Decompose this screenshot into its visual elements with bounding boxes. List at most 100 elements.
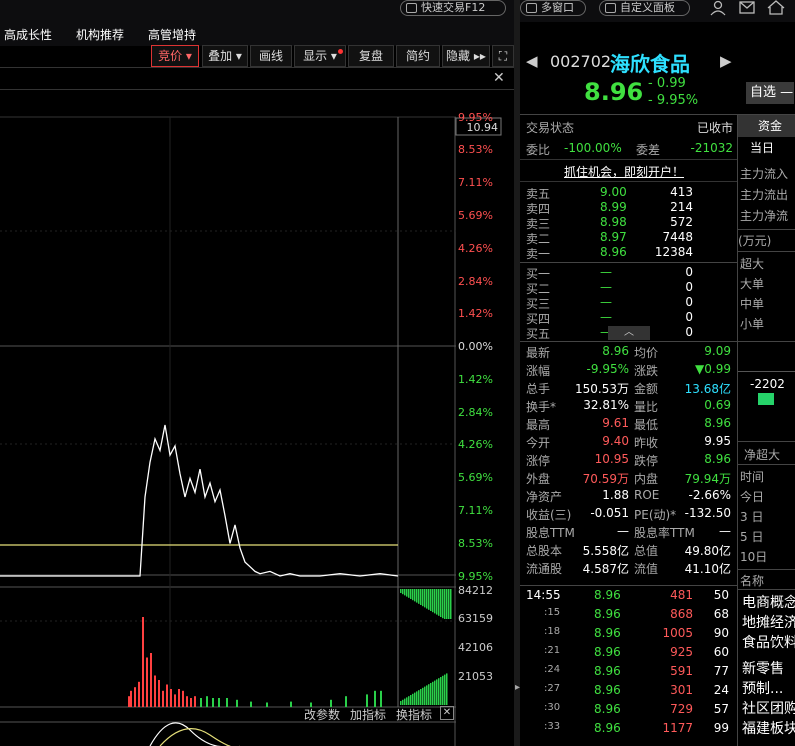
size-row: 超大 [740, 257, 765, 271]
stat-label: 换手* [526, 400, 557, 414]
quick-trade-button[interactable]: 快速交易F12 [400, 0, 506, 16]
concept-item[interactable]: 社区团购 [742, 698, 795, 718]
stat-label: 净资产 [526, 490, 563, 504]
stock-header: ◀ 002702 海欣食品 ▶ 8.96 - 0.99 - 9.95% 自选 — [520, 46, 795, 114]
close-icon[interactable]: ✕ [493, 70, 505, 86]
stat-value: 79.94万 [684, 472, 731, 486]
concept-item[interactable]: 食品饮料 [742, 632, 795, 652]
open-account-link[interactable]: 抓住机会，即刻开户！ [564, 163, 684, 180]
stat-value: -2.66% [688, 488, 731, 502]
volume-bar [158, 680, 160, 707]
price-change-pct: - 9.95% [648, 93, 699, 108]
divider [738, 569, 795, 570]
edit-params-tab[interactable]: 改参数 [304, 706, 340, 723]
simple-button[interactable]: 简约 [396, 45, 440, 67]
review-button[interactable]: 复盘 [348, 45, 394, 67]
stat-label: 股息TTM [526, 526, 575, 540]
stat-value: 9.09 [704, 344, 731, 358]
stat-label: 收益(三) [526, 508, 572, 522]
nav-item[interactable]: 高管增持 [148, 26, 196, 43]
divider [520, 585, 737, 586]
concept-item[interactable]: 预制... [742, 678, 783, 698]
tick-price: 8.96 [594, 683, 621, 697]
size-row: 中单 [740, 297, 765, 311]
stat-value: 9.95 [704, 434, 731, 448]
volume-bar [130, 690, 132, 707]
bid-row: 买二 — 0 [520, 280, 737, 296]
bid-dropdown[interactable]: 竞价 ▾ [151, 45, 199, 67]
after-hours-bar [426, 589, 428, 609]
stat-value: 13.68亿 [684, 382, 731, 396]
tick-row: :18 8.96 1005 90 [520, 626, 737, 645]
volume-bar [250, 701, 252, 707]
time-row: 5 日 [740, 530, 764, 544]
sub-nav: 高成长性 机构推荐 高管增持 [0, 22, 520, 46]
y-tick-label: 4.26% [458, 242, 493, 255]
panel-icon [605, 3, 616, 13]
stat-value: 9.61 [602, 416, 629, 430]
level-volume: 0 [685, 310, 693, 324]
prev-stock-icon[interactable]: ◀ [526, 52, 538, 70]
nav-item[interactable]: 高成长性 [4, 26, 52, 43]
volume-tick-label: 21053 [458, 670, 493, 683]
divider [0, 67, 515, 68]
overlay-dropdown[interactable]: 叠加 ▾ [202, 45, 248, 67]
stat-label: 量比 [634, 400, 659, 414]
tick-price: 8.96 [594, 645, 621, 659]
custom-panel-button[interactable]: 自定义面板 [599, 0, 690, 16]
display-dropdown[interactable]: 显示 ▾ [294, 45, 346, 67]
concept-item[interactable]: 地摊经济 [742, 612, 795, 632]
tick-row: :30 8.96 729 57 [520, 702, 737, 721]
concept-item[interactable]: 电商概念 [742, 592, 795, 612]
tab-today[interactable]: 当日 [738, 137, 795, 159]
mail-icon[interactable] [739, 1, 755, 14]
tick-price: 8.96 [594, 702, 621, 716]
y-tick-label: 7.11% [458, 504, 493, 517]
hide-button[interactable]: 隐藏 ▸▸ [442, 45, 490, 67]
concept-item[interactable]: 福建板块 [742, 718, 795, 738]
stat-row: 流通股 4.587亿 流值 41.10亿 [520, 560, 737, 578]
ask-row: 卖五 9.00 413 [520, 185, 737, 201]
net-super-value: -2202 [750, 377, 785, 391]
overlay-label: 叠加 [208, 49, 233, 63]
after-hours-bar [402, 589, 404, 595]
divider [738, 341, 795, 342]
after-hours-bar [410, 589, 412, 599]
tab-fund[interactable]: 资金 [738, 115, 795, 137]
collapse-icon[interactable]: ︿ [608, 326, 650, 340]
tick-volume: 925 [670, 645, 693, 659]
fund-row: 主力净流 [740, 209, 789, 223]
switch-indicator-tab[interactable]: 换指标 [396, 706, 432, 723]
indicator-line [159, 727, 240, 746]
watchlist-button[interactable]: 自选 — [746, 82, 794, 104]
stat-label: 跌停 [634, 454, 659, 468]
tick-price: 8.96 [594, 721, 621, 735]
close-indicator-icon[interactable]: ✕ [440, 706, 454, 720]
custom-panel-label: 自定义面板 [620, 1, 675, 14]
next-stock-icon[interactable]: ▶ [720, 52, 732, 70]
after-hours-bar [440, 589, 442, 617]
stat-value: 8.96 [704, 416, 731, 430]
stat-label: 涨跌 [634, 364, 659, 378]
draw-line-button[interactable]: 画线 [250, 45, 292, 67]
level-price: 8.97 [600, 230, 627, 244]
quote-panel: 交易状态 已收市 委比 -100.00% 委差 -21032 抓住机会，即刻开户… [520, 115, 737, 746]
stat-value: 150.53万 [575, 382, 629, 396]
user-icon[interactable] [710, 0, 726, 16]
stat-label: 今开 [526, 436, 551, 450]
stat-label: 总股本 [526, 544, 563, 558]
nav-item[interactable]: 机构推荐 [76, 26, 124, 43]
volume-bar [290, 701, 292, 707]
add-indicator-tab[interactable]: 加指标 [350, 706, 386, 723]
stat-row: 总股本 5.558亿 总值 49.80亿 [520, 542, 737, 560]
volume-bar [134, 687, 136, 707]
multi-window-button[interactable]: 多窗口 [520, 0, 586, 16]
fullscreen-icon[interactable]: ⛶ [492, 45, 514, 67]
home-icon[interactable] [767, 0, 785, 15]
time-row: 10日 [740, 550, 768, 564]
stat-value: -9.95% [586, 362, 629, 376]
tick-row: :33 8.96 1177 99 [520, 721, 737, 740]
stat-row: 涨停 10.95 跌停 8.96 [520, 452, 737, 470]
after-hours-bar [418, 589, 420, 604]
concept-item[interactable]: 新零售 [742, 658, 784, 678]
